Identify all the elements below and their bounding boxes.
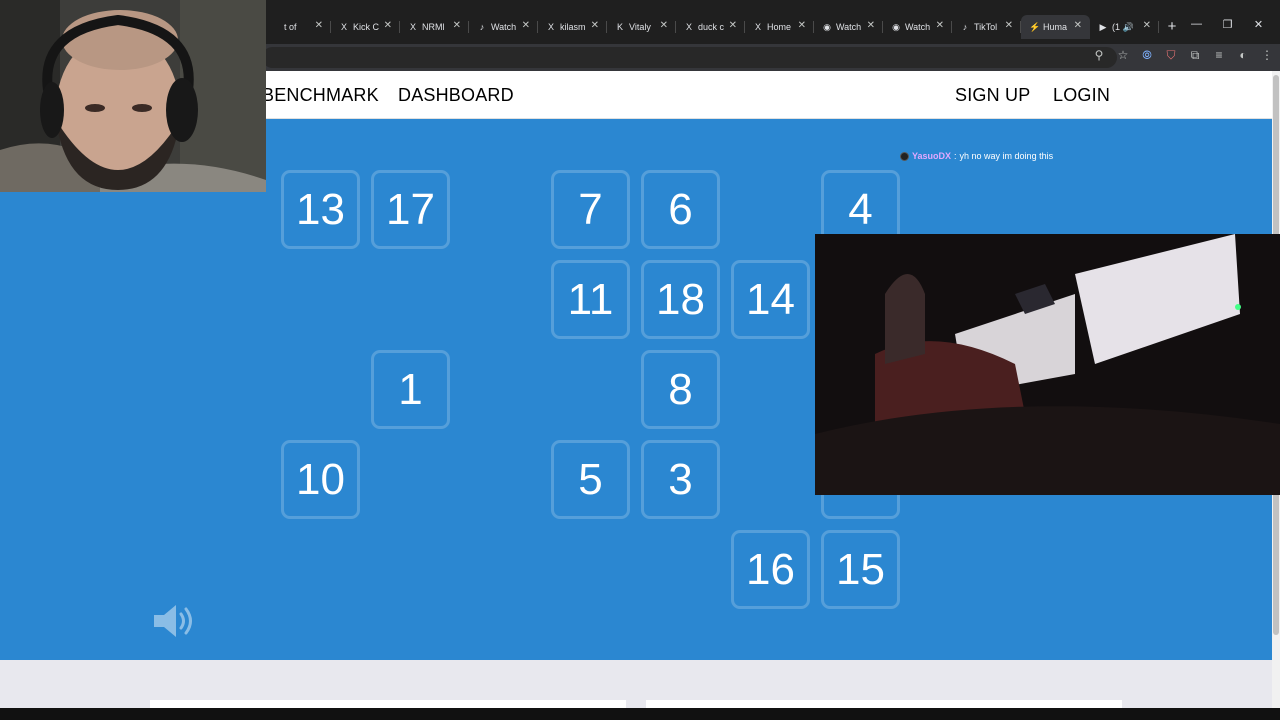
chat-text: yh no way im doing this [959, 151, 1054, 161]
page-footer [0, 660, 1272, 708]
tab-label: Watch [836, 22, 862, 32]
number-tile[interactable]: 10 [281, 440, 360, 519]
facecam-overlay [0, 0, 266, 192]
close-tab-icon[interactable]: ✕ [1074, 20, 1082, 31]
number-tile[interactable]: 18 [641, 260, 720, 339]
tab-favicon-icon: X [754, 22, 761, 32]
close-tab-icon[interactable]: ✕ [315, 20, 323, 31]
close-tab-icon[interactable]: ✕ [660, 20, 668, 31]
tab-strip: t of ✕ X Kick C ✕ X NRMl ✕ ♪ Watch ✕ Xkilasm ✕ K Vital… [262, 15, 1185, 39]
browser-tab[interactable]: ♪ Watch ✕ [469, 15, 538, 39]
window-controls: — ❐ ✕ [1181, 18, 1274, 31]
browser-tab[interactable]: Xduck c ✕ [676, 15, 745, 39]
deskcam-overlay [815, 234, 1280, 495]
browser-tab[interactable]: X Home ✕ [745, 15, 814, 39]
tab-favicon-icon: ▶ [1099, 21, 1107, 32]
tab-label: kilasm [560, 22, 586, 32]
browser-tab[interactable]: ◉ Watch ✕ [883, 15, 952, 39]
close-tab-icon[interactable]: ✕ [936, 20, 944, 31]
chat-username: YasuoDX [912, 151, 952, 161]
tab-label: Vitaly [629, 22, 651, 32]
browser-tab[interactable]: ♪ TikTol ✕ [952, 15, 1021, 39]
tab-favicon-icon: ◉ [823, 21, 831, 32]
tab-label: Watch [905, 22, 931, 32]
tab-favicon-icon: ♪ [962, 22, 968, 32]
nav-dashboard-link[interactable]: DASHBOARD [398, 85, 514, 106]
close-window-icon[interactable]: ✕ [1243, 18, 1274, 31]
number-tile[interactable]: 15 [821, 530, 900, 609]
puzzle-icon[interactable]: ⧉ [1186, 48, 1204, 63]
tab-label: duck c [698, 22, 725, 32]
tab-favicon-icon: X [409, 22, 416, 32]
number-tile[interactable]: 8 [641, 350, 720, 429]
close-tab-icon[interactable]: ✕ [453, 20, 461, 31]
number-tile[interactable]: 17 [371, 170, 450, 249]
close-tab-icon[interactable]: ✕ [384, 20, 392, 31]
tab-favicon-icon: ◉ [892, 21, 900, 32]
restore-icon[interactable]: ❐ [1212, 18, 1243, 31]
chat-message: YasuoDX : yh no way im doing this [900, 151, 1053, 161]
close-tab-icon[interactable]: ✕ [1005, 20, 1013, 31]
tab-favicon-icon: K [616, 22, 623, 32]
tab-label: Watch [491, 22, 517, 32]
tab-label: TikTol [974, 22, 998, 32]
tab-label: t of [284, 22, 297, 32]
nav-login-link[interactable]: LOGIN [1053, 85, 1110, 106]
browser-tab[interactable]: X Kick C ✕ [331, 15, 400, 39]
tab-favicon-icon: X [685, 22, 692, 32]
extension-icon[interactable]: ⦾ [1138, 48, 1156, 63]
media-icon[interactable]: ≡ [1210, 48, 1228, 63]
number-tile[interactable]: 7 [551, 170, 630, 249]
tab-label: (1 🔊 [1112, 21, 1134, 32]
tab-label: Home [767, 22, 792, 32]
number-tile[interactable]: 5 [551, 440, 630, 519]
browser-tab[interactable]: Xkilasm ✕ [538, 15, 607, 39]
volume-icon[interactable] [150, 601, 200, 641]
number-tile[interactable]: 16 [731, 530, 810, 609]
close-tab-icon[interactable]: ✕ [522, 20, 530, 31]
close-tab-icon[interactable]: ✕ [729, 20, 737, 31]
tab-favicon-icon: X [547, 22, 554, 32]
tab-favicon-icon: ⚡ [1029, 21, 1041, 32]
address-bar[interactable] [262, 47, 1117, 68]
close-tab-icon[interactable]: ✕ [867, 20, 875, 31]
footer-card [646, 700, 1122, 708]
number-tile[interactable]: 13 [281, 170, 360, 249]
number-tile[interactable]: 6 [641, 170, 720, 249]
browser-tab[interactable]: K Vitaly ✕ [607, 15, 676, 39]
footer-card [150, 700, 626, 708]
tab-favicon-icon: ♪ [479, 22, 485, 32]
star-icon[interactable]: ☆ [1114, 48, 1132, 63]
zoom-icon[interactable]: ⚲ [1090, 48, 1108, 63]
close-tab-icon[interactable]: ✕ [1143, 20, 1151, 31]
tab-label: Huma [1043, 22, 1068, 32]
tab-favicon-icon: X [340, 22, 347, 32]
chat-separator: : [954, 151, 957, 161]
close-tab-icon[interactable]: ✕ [798, 20, 806, 31]
browser-tab[interactable]: t of ✕ [262, 15, 331, 39]
number-tile[interactable]: 3 [641, 440, 720, 519]
number-tile[interactable]: 11 [551, 260, 630, 339]
browser-tab[interactable]: X NRMl ✕ [400, 15, 469, 39]
close-tab-icon[interactable]: ✕ [591, 20, 599, 31]
browser-tab[interactable]: ⚡ Huma ✕ [1021, 15, 1090, 39]
tab-label: NRMl [422, 22, 445, 32]
number-tile[interactable]: 1 [371, 350, 450, 429]
chat-avatar [900, 151, 909, 161]
tab-separator [1158, 21, 1159, 33]
tab-label: Kick C [353, 22, 380, 32]
minimize-icon[interactable]: — [1181, 18, 1212, 31]
nav-signup-link[interactable]: SIGN UP [955, 85, 1030, 106]
menu-icon[interactable]: ⋮ [1258, 48, 1276, 63]
browser-tab[interactable]: ▶ (1 🔊 ✕ [1090, 15, 1159, 39]
extension-icon[interactable]: ⛉ [1162, 48, 1180, 63]
profile-icon[interactable]: ◐ [1234, 48, 1252, 63]
taskbar-strip [0, 708, 1280, 720]
toolbar-icons: ⚲ ☆ ⦾ ⛉ ⧉ ≡ ◐ ⋮ [1090, 48, 1276, 63]
browser-tab[interactable]: ◉ Watch ✕ [814, 15, 883, 39]
nav-benchmark-link[interactable]: BENCHMARK [262, 85, 379, 106]
screen: t of ✕ X Kick C ✕ X NRMl ✕ ♪ Watch ✕ Xkilasm ✕ K Vital… [0, 0, 1280, 720]
number-tile[interactable]: 14 [731, 260, 810, 339]
